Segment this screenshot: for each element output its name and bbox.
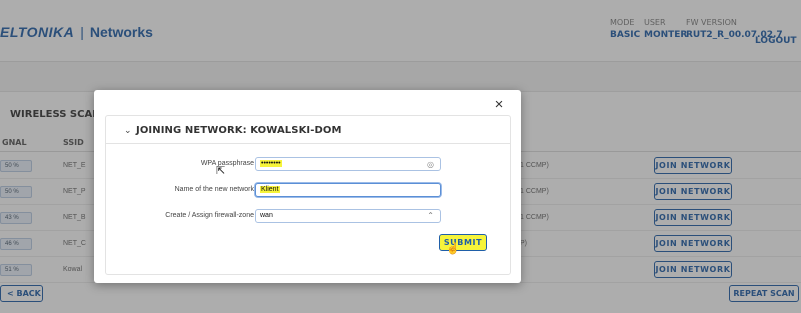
network-name-input[interactable]: Klient [255,183,441,197]
close-icon[interactable]: × [492,97,506,112]
firewall-zone-value: wan [260,212,273,219]
eye-icon[interactable]: ◎ [427,159,434,171]
wpa-passphrase-input[interactable]: •••••••• ◎ [255,157,441,171]
cursor-icon: ⇱ [216,165,226,177]
hand-pointer-icon: ☝ [446,243,460,255]
card-header[interactable]: ⌄ JOINING NETWORK: KOWALSKI-DOM [106,116,510,144]
wpa-passphrase-label: WPA passphrase [200,160,254,167]
join-network-modal: × ⌄ JOINING NETWORK: KOWALSKI-DOM WPA pa… [94,90,521,283]
wpa-passphrase-value: •••••••• [260,160,282,167]
network-name-value: Klient [260,186,280,193]
network-name-label: Name of the new network [174,186,254,193]
chevron-down-icon: ⌄ [124,125,132,135]
firewall-zone-select[interactable]: wan ⌃ [255,209,441,223]
card-title: JOINING NETWORK: KOWALSKI-DOM [136,125,342,136]
chevron-up-icon: ⌃ [427,211,434,220]
firewall-zone-label: Create / Assign firewall-zone [165,212,254,219]
